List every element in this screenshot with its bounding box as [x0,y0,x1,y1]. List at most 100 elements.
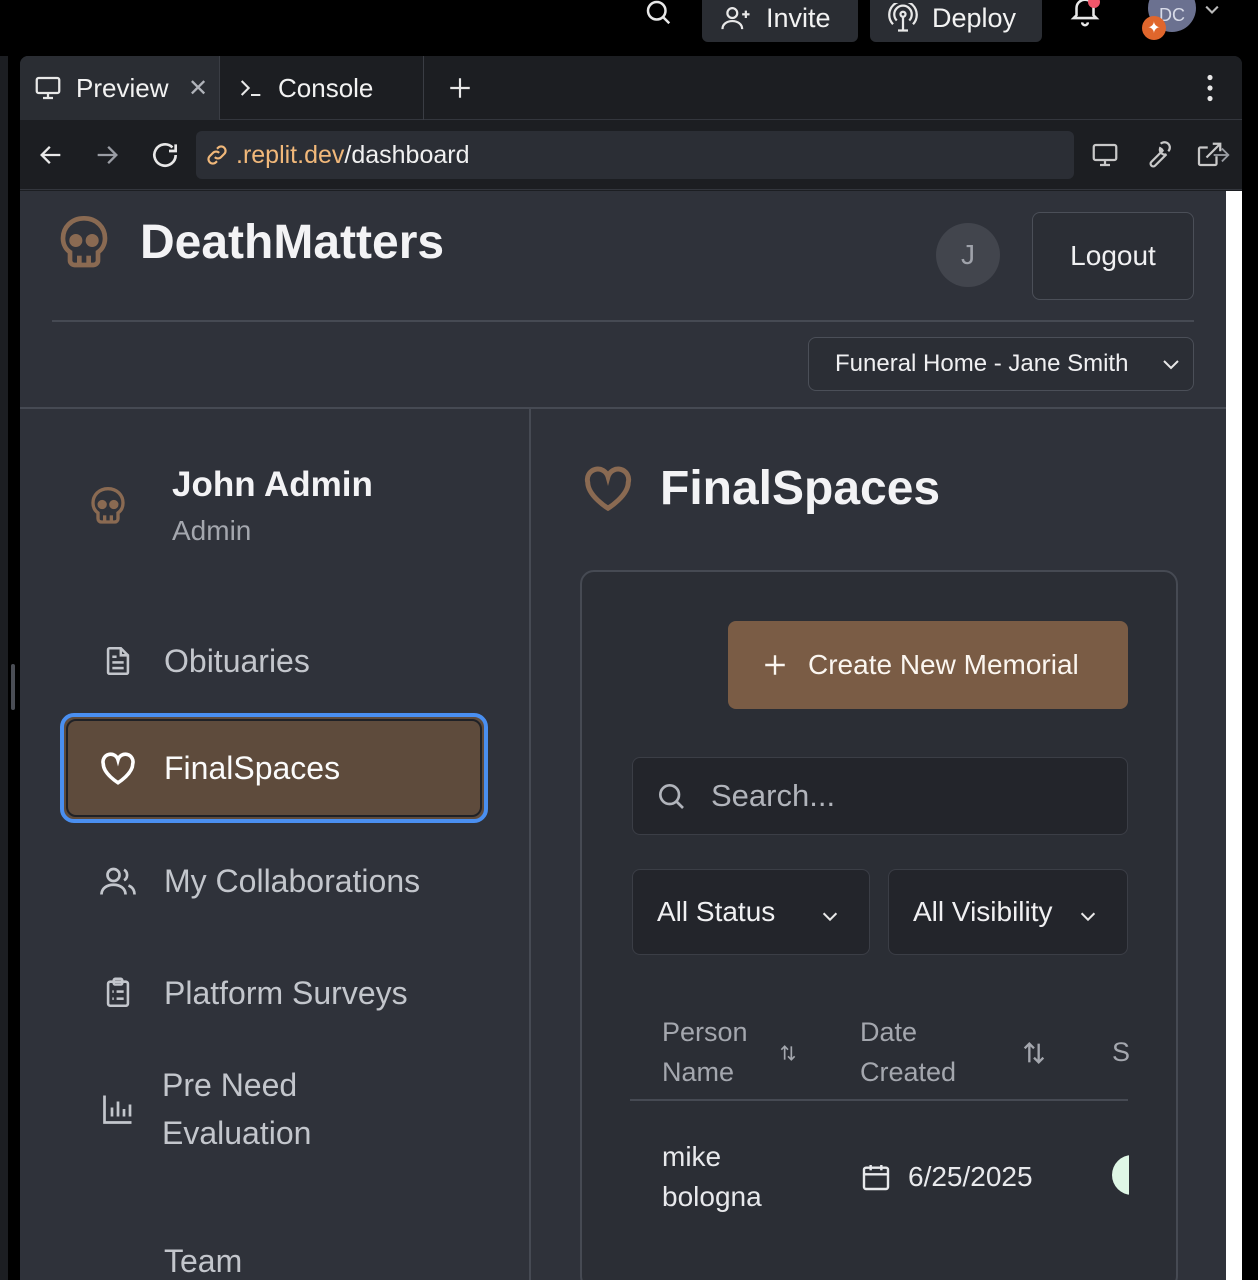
sidebar-item-label: Pre Need Evaluation [162,1061,311,1157]
users-icon [98,861,138,901]
column-header-line1: Person [662,1017,748,1047]
bar-chart-icon [98,1089,138,1129]
tab-preview[interactable]: Preview ✕ [20,56,220,120]
url-host: .replit.dev [236,140,345,169]
sidebar-item-label: FinalSpaces [164,749,341,786]
sidebar-item-my-collaborations[interactable]: My Collaborations [60,849,488,913]
memorials-card: Create New Memorial Search... All Status… [580,570,1178,1280]
status-filter-select[interactable]: All Status [632,869,870,955]
main-content: FinalSpaces Create New Memorial Search..… [533,409,1226,1280]
chevron-down-icon[interactable] [1202,0,1222,20]
column-header-line2: Name [662,1057,735,1087]
table-overflow-clip [1129,1132,1176,1232]
sort-icon[interactable] [1020,1038,1048,1073]
sidebar-item-label: Platform Surveys [164,974,408,1011]
more-vertical-icon[interactable] [1196,70,1224,106]
scrollbar[interactable] [1226,191,1242,1280]
tab-console[interactable]: Console [222,56,424,120]
search-icon[interactable] [636,0,680,32]
sort-icon[interactable] [778,1042,798,1069]
url-path: /dashboard [344,140,470,169]
date-created-value: 6/25/2025 [908,1161,1033,1192]
skull-icon [56,213,112,277]
column-header-line1: Date [860,1017,918,1047]
url-bar: .replit.dev/dashboard [20,120,1242,190]
sidebar-item-label: Team [164,1243,243,1279]
forward-arrow-icon[interactable] [90,138,124,172]
deploy-icon [888,3,918,32]
heart-icon [581,463,637,513]
back-arrow-icon[interactable] [34,138,68,172]
visibility-filter-value: All Visibility [913,896,1053,927]
terminal-icon [240,80,261,97]
calendar-icon [862,1165,890,1191]
plus-icon [765,655,785,675]
visibility-filter-select[interactable]: All Visibility [888,869,1128,955]
column-header-date-created[interactable]: Date Created [860,1012,956,1092]
sidebar-user-role: Admin [172,515,252,546]
logout-button[interactable]: Logout [1032,212,1194,300]
person-name-line1: mike [662,1141,722,1172]
url-input[interactable]: .replit.dev/dashboard [196,131,1230,179]
table-cell-date-created: 6/25/2025 [860,1157,1033,1197]
replit-top-bar: Invite Deploy DC ✦ [0,0,1258,56]
create-memorial-label: Create New Memorial [808,649,1079,680]
sidebar-item-label: Obituaries [164,642,310,679]
table-cell-person-name: mike bologna [662,1137,762,1217]
organization-select-value: Funeral Home - Jane Smith [835,350,1129,377]
create-memorial-button[interactable]: Create New Memorial [728,621,1128,709]
sidebar-item-label: My Collaborations [164,862,421,899]
chevron-down-icon [819,902,841,934]
column-header-status[interactable]: S [1112,1032,1130,1072]
avatar-initial: J [961,239,975,270]
column-header-person-name[interactable]: Person Name [662,1012,748,1092]
column-header-line2: Created [860,1057,957,1087]
resize-handle[interactable] [11,664,15,710]
app-viewport: DeathMatters J Logout Funeral Home - Jan… [20,191,1226,1280]
organization-select[interactable]: Funeral Home - Jane Smith [808,337,1194,391]
preview-pane: Preview ✕ Console .replit.dev/dashboard [20,56,1242,1280]
status-filter-value: All Status [657,896,776,927]
sidebar-user-name: John Admin [172,465,373,504]
monitor-icon [35,76,61,100]
sidebar-item-platform-surveys[interactable]: Platform Surveys [60,961,488,1025]
search-icon [659,784,684,809]
chevron-down-icon [1077,902,1099,934]
sidebar-item-team[interactable]: Team [60,1241,488,1280]
sidebar-item-label-line1: Pre Need [162,1067,298,1103]
sidebar-item-label-line2: Evaluation [162,1115,312,1151]
left-edge-panel [0,56,8,1280]
sidebar: John Admin Admin Obituaries FinalSpaces [20,409,531,1280]
deploy-label: Deploy [932,2,1017,33]
devices-icon[interactable] [1088,138,1122,172]
deploy-button[interactable]: Deploy [870,0,1042,42]
heart-icon [98,748,138,788]
external-link-icon[interactable] [1192,138,1226,172]
search-input[interactable]: Search... [632,757,1128,835]
search-placeholder: Search... [711,778,836,813]
add-user-icon [721,7,750,30]
tab-console-label: Console [278,72,374,103]
brand-title: DeathMatters [140,216,445,269]
wrench-icon[interactable] [1140,138,1174,172]
link-icon [207,145,227,165]
invite-label: Invite [766,2,831,33]
avatar[interactable]: J [936,223,1000,287]
chevron-down-icon [1159,352,1183,383]
header-divider [52,320,1194,322]
sidebar-item-obituaries[interactable]: Obituaries [60,629,488,693]
reload-icon[interactable] [148,138,182,172]
document-icon [98,641,138,681]
sidebar-item-finalspaces[interactable]: FinalSpaces [60,713,488,823]
table-header-divider [630,1099,1128,1101]
sparkle-icon: ✦ [1142,16,1166,40]
sidebar-item-pre-need-evaluation[interactable]: Pre Need Evaluation [60,1061,488,1157]
invite-button[interactable]: Invite [702,0,858,42]
page-title: FinalSpaces [660,462,941,515]
person-name-line2: bologna [662,1181,762,1212]
close-icon[interactable]: ✕ [188,74,208,103]
tab-preview-label: Preview [76,72,169,103]
pane-tabs: Preview ✕ Console [20,56,1242,120]
clipboard-icon [98,973,138,1013]
add-tab-icon[interactable] [440,66,480,110]
